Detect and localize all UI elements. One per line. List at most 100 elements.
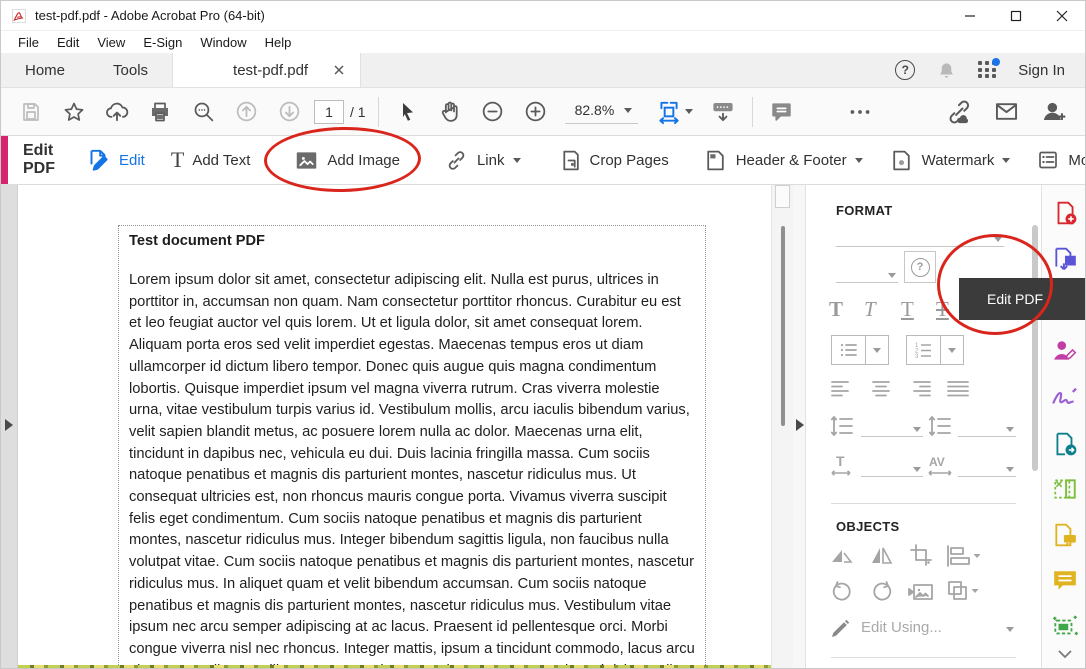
page-count-label: / 1 xyxy=(350,104,366,120)
arrange-objects-dropdown[interactable] xyxy=(946,580,980,602)
rotate-clockwise-button[interactable] xyxy=(870,580,894,604)
more-tools-chevron-icon[interactable] xyxy=(1042,643,1086,665)
crop-pages-button[interactable]: Crop Pages xyxy=(557,148,669,173)
character-spacing-dropdown[interactable] xyxy=(958,457,1016,477)
panel-divider xyxy=(831,657,1016,658)
export-pdf-icon[interactable] xyxy=(1042,238,1086,280)
menu-edit[interactable]: Edit xyxy=(48,33,88,52)
crop-resize-pages-icon[interactable] xyxy=(1042,468,1086,510)
add-text-button[interactable]: T Add Text xyxy=(171,149,251,171)
acrobat-logo-icon xyxy=(11,8,27,24)
strikethrough-button[interactable]: T xyxy=(936,297,949,322)
more-tools-ellipsis-button[interactable] xyxy=(842,93,878,131)
line-spacing-dropdown[interactable] xyxy=(861,417,923,437)
document-comments-icon[interactable] xyxy=(1042,514,1086,556)
tab-tools[interactable]: Tools xyxy=(89,53,172,87)
tools-strip xyxy=(1041,185,1086,669)
apps-grid-icon[interactable] xyxy=(978,61,996,79)
save-button[interactable] xyxy=(13,93,49,131)
align-right-button[interactable] xyxy=(909,380,931,398)
request-signatures-icon[interactable] xyxy=(1042,330,1086,372)
minimize-button[interactable] xyxy=(947,1,993,31)
scan-ocr-icon[interactable] xyxy=(1042,606,1086,648)
window-title: test-pdf.pdf - Adobe Acrobat Pro (64-bit… xyxy=(35,8,265,23)
tab-document[interactable]: test-pdf.pdf xyxy=(172,53,361,87)
bullet-list-icon xyxy=(832,336,866,364)
align-left-button[interactable] xyxy=(831,380,853,398)
scrollbar-thumb[interactable] xyxy=(781,226,785,426)
menu-view[interactable]: View xyxy=(88,33,134,52)
comment-bubble-icon[interactable] xyxy=(1042,560,1086,602)
replace-image-button[interactable] xyxy=(908,581,934,603)
maximize-button[interactable] xyxy=(993,1,1039,31)
sign-in-button[interactable]: Sign In xyxy=(1018,62,1065,79)
editable-text-box[interactable]: Test document PDF Lorem ipsum dolor sit … xyxy=(118,225,706,669)
help-icon[interactable]: ? xyxy=(895,60,915,80)
horizontal-scale-dropdown[interactable] xyxy=(861,457,923,477)
menu-file[interactable]: File xyxy=(9,33,48,52)
menu-esign[interactable]: E-Sign xyxy=(134,33,191,52)
close-window-button[interactable] xyxy=(1039,1,1085,31)
window-controls xyxy=(947,1,1085,31)
svg-text:AV: AV xyxy=(929,455,945,469)
close-tab-icon[interactable] xyxy=(334,65,344,75)
notifications-bell-icon[interactable] xyxy=(937,61,956,80)
expand-nav-pane-icon[interactable] xyxy=(5,419,13,431)
select-tool-button[interactable] xyxy=(389,93,425,131)
print-button[interactable] xyxy=(142,93,178,131)
font-family-dropdown[interactable] xyxy=(836,227,1004,247)
search-button[interactable] xyxy=(185,93,221,131)
collapse-panel-icon[interactable] xyxy=(796,419,804,431)
add-image-button[interactable]: Add Image xyxy=(294,148,400,173)
zoom-out-button[interactable] xyxy=(475,93,511,131)
menu-help[interactable]: Help xyxy=(256,33,301,52)
link-dropdown-button[interactable]: Link xyxy=(444,148,521,173)
numbered-list-dropdown[interactable]: 123 xyxy=(906,335,964,365)
edit-button[interactable]: Edit xyxy=(85,147,145,173)
page-fit-dropdown[interactable] xyxy=(650,93,698,131)
panel-scrollbar-thumb[interactable] xyxy=(1032,225,1038,471)
document-scrollbar[interactable] xyxy=(771,185,793,669)
scrollbar-top-button[interactable] xyxy=(775,185,790,208)
edit-using-label[interactable]: Edit Using... xyxy=(861,619,942,636)
watermark-dropdown-button[interactable]: Watermark xyxy=(889,148,1011,173)
share-link-icon[interactable] xyxy=(945,98,973,126)
italic-button[interactable]: T xyxy=(864,297,876,322)
tab-home[interactable]: Home xyxy=(1,53,89,87)
next-page-button[interactable] xyxy=(271,93,307,131)
zoom-in-button[interactable] xyxy=(518,93,554,131)
flip-vertical-button[interactable] xyxy=(870,545,894,567)
header-footer-dropdown-button[interactable]: Header & Footer xyxy=(703,148,863,173)
create-pdf-icon[interactable] xyxy=(1042,192,1086,234)
more-dropdown-button[interactable]: More xyxy=(1036,148,1086,172)
align-center-button[interactable] xyxy=(870,380,892,398)
hand-tool-button[interactable] xyxy=(432,93,468,131)
page-number-input[interactable] xyxy=(314,100,344,124)
share-cloud-button[interactable] xyxy=(99,93,135,131)
font-help-button[interactable]: ? xyxy=(904,251,936,283)
horizontal-scale-icon: T xyxy=(830,453,856,479)
paragraph-spacing-dropdown[interactable] xyxy=(958,417,1016,437)
flip-horizontal-button[interactable] xyxy=(830,545,854,567)
rotate-counterclockwise-button[interactable] xyxy=(830,580,854,604)
zoom-level-dropdown[interactable]: 82.8% xyxy=(565,99,639,124)
paragraph-spacing-icon xyxy=(928,415,952,437)
fill-and-sign-icon[interactable] xyxy=(1042,376,1086,418)
align-justify-button[interactable] xyxy=(947,380,969,398)
bullet-list-dropdown[interactable] xyxy=(831,335,889,365)
underline-button[interactable]: T xyxy=(901,297,914,322)
email-icon[interactable] xyxy=(993,98,1020,125)
crop-object-button[interactable] xyxy=(910,544,932,566)
share-for-review-icon[interactable] xyxy=(1042,423,1086,465)
comment-button[interactable] xyxy=(763,93,799,131)
hide-toolbar-button[interactable] xyxy=(705,93,741,131)
bold-button[interactable]: T xyxy=(829,297,843,322)
align-objects-dropdown[interactable] xyxy=(946,545,980,567)
menu-window[interactable]: Window xyxy=(191,33,255,52)
acrobat-window: test-pdf.pdf - Adobe Acrobat Pro (64-bit… xyxy=(0,0,1086,669)
previous-page-button[interactable] xyxy=(228,93,264,131)
font-size-dropdown[interactable] xyxy=(836,263,898,283)
share-with-people-icon[interactable] xyxy=(1040,98,1067,125)
chevron-down-icon[interactable] xyxy=(1006,627,1014,632)
star-favorite-button[interactable] xyxy=(56,93,92,131)
